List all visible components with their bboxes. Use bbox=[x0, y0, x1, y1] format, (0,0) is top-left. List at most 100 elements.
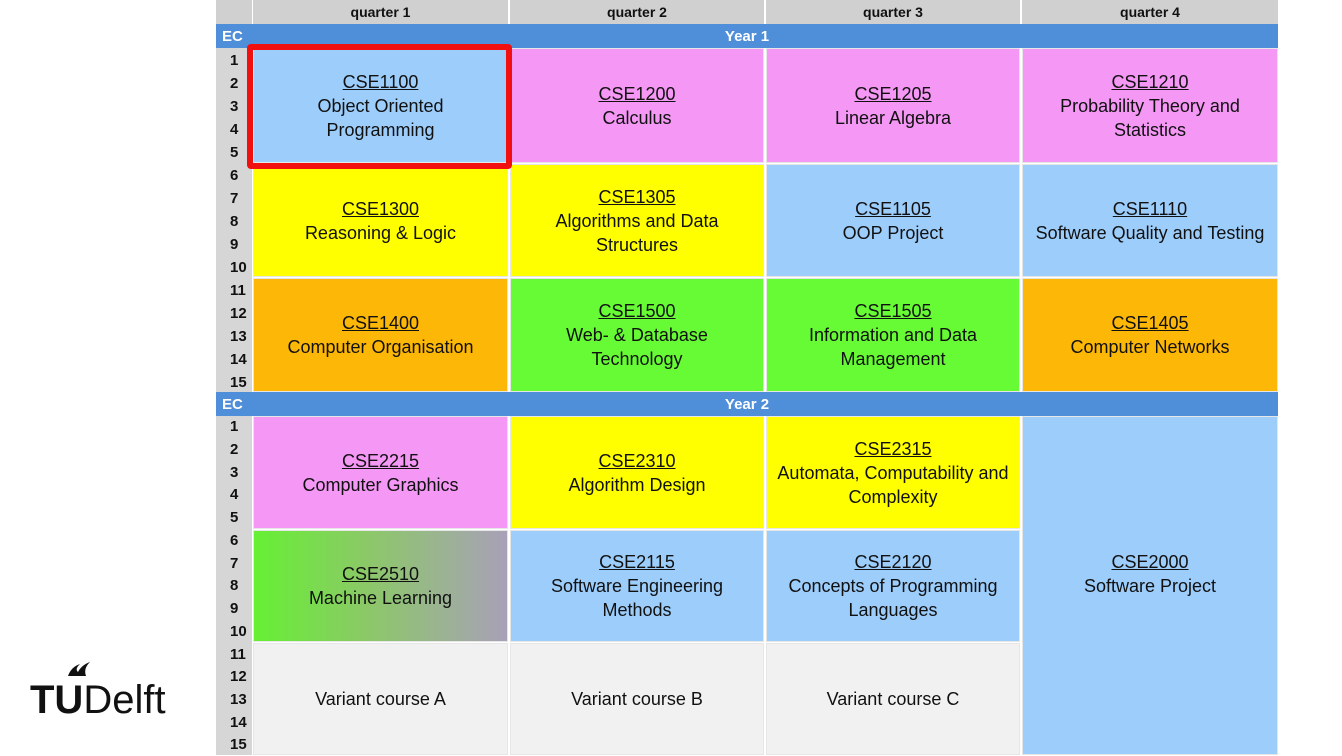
variant-course-a-cell[interactable]: Variant course A bbox=[253, 643, 508, 755]
ec-number: 5 bbox=[230, 144, 239, 161]
ec-number: 10 bbox=[230, 259, 247, 276]
ec-number: 1 bbox=[230, 52, 239, 69]
course-cell-cse2115[interactable]: CSE2115 Software Engineering Methods bbox=[510, 530, 764, 642]
course-cell-cse1105[interactable]: CSE1105 OOP Project bbox=[766, 164, 1020, 277]
ec-number: 3 bbox=[230, 98, 239, 115]
course-code-link[interactable]: CSE1110 bbox=[1113, 197, 1187, 221]
ec-number: 14 bbox=[230, 351, 247, 368]
quarter-4-header: quarter 4 bbox=[1022, 0, 1278, 24]
course-name: Object Oriented Programming bbox=[317, 95, 444, 140]
ec-number: 15 bbox=[230, 736, 247, 753]
course-cell-cse1500[interactable]: CSE1500 Web- & Database Technology bbox=[510, 278, 764, 392]
year-2-ec-column: 1 2 3 4 5 6 7 8 9 10 11 12 13 14 15 bbox=[216, 416, 252, 755]
ec-number: 14 bbox=[230, 714, 247, 731]
course-name: Algorithms and Data Structures bbox=[555, 210, 719, 255]
ec-number: 13 bbox=[230, 691, 247, 708]
course-name: Probability Theory and Statistics bbox=[1060, 95, 1240, 140]
course-name: Software Engineering Methods bbox=[550, 576, 724, 620]
ec-number: 8 bbox=[230, 213, 239, 230]
ec-number: 1 bbox=[230, 418, 239, 435]
ec-number: 13 bbox=[230, 328, 247, 345]
logo-tu: TU bbox=[30, 678, 84, 722]
course-name: Machine Learning bbox=[308, 588, 453, 608]
year-1-ec-column: 1 2 3 4 5 6 7 8 9 10 11 12 13 14 15 bbox=[216, 48, 252, 392]
course-name: Software Project bbox=[1083, 575, 1217, 596]
ec-number: 12 bbox=[230, 305, 247, 322]
variant-course-c-cell[interactable]: Variant course C bbox=[766, 643, 1020, 755]
ec-number: 15 bbox=[230, 374, 247, 391]
ec-number: 12 bbox=[230, 668, 247, 685]
quarter-3-header: quarter 3 bbox=[766, 0, 1020, 24]
course-name: Web- & Database Technology bbox=[566, 325, 708, 369]
logo-delft: Delft bbox=[83, 678, 166, 722]
course-cell-cse2120[interactable]: CSE2120 Concepts of Programming Language… bbox=[766, 530, 1020, 642]
course-code-link[interactable]: CSE2115 bbox=[599, 550, 675, 574]
course-cell-cse2310[interactable]: CSE2310 Algorithm Design bbox=[510, 416, 764, 529]
course-name: Variant course B bbox=[571, 689, 703, 709]
course-code-link[interactable]: CSE1105 bbox=[855, 197, 931, 221]
course-cell-cse1210[interactable]: CSE1210 Probability Theory and Statistic… bbox=[1022, 48, 1278, 163]
course-code-link[interactable]: CSE1400 bbox=[342, 311, 419, 335]
course-code-link[interactable]: CSE1305 bbox=[598, 185, 675, 209]
course-cell-cse1205[interactable]: CSE1205 Linear Algebra bbox=[766, 48, 1020, 163]
course-code-link[interactable]: CSE1205 bbox=[854, 82, 931, 106]
course-cell-cse1110[interactable]: CSE1110 Software Quality and Testing bbox=[1022, 164, 1278, 277]
quarter-2-header: quarter 2 bbox=[510, 0, 764, 24]
year-2-title: Year 2 bbox=[724, 396, 770, 413]
course-name: Linear Algebra bbox=[834, 107, 952, 128]
course-name: OOP Project bbox=[842, 222, 944, 243]
course-code-link[interactable]: CSE1505 bbox=[854, 299, 931, 323]
variant-course-b-cell[interactable]: Variant course B bbox=[510, 643, 764, 755]
ec-number: 2 bbox=[230, 75, 239, 92]
course-code-link[interactable]: CSE1300 bbox=[342, 197, 419, 221]
course-name: Software Quality and Testing bbox=[1035, 222, 1265, 243]
course-code-link[interactable]: CSE1100 bbox=[343, 70, 419, 94]
ec-number: 7 bbox=[230, 555, 239, 572]
course-code-link[interactable]: CSE2310 bbox=[598, 449, 675, 473]
ec-number: 6 bbox=[230, 167, 239, 184]
course-cell-cse1405[interactable]: CSE1405 Computer Networks bbox=[1022, 278, 1278, 392]
course-cell-cse1305[interactable]: CSE1305 Algorithms and Data Structures bbox=[510, 164, 764, 277]
course-code-link[interactable]: CSE1210 bbox=[1111, 70, 1188, 94]
flame-icon bbox=[68, 662, 90, 676]
course-cell-cse1200[interactable]: CSE1200 Calculus bbox=[510, 48, 764, 163]
course-name: Variant course A bbox=[315, 689, 446, 709]
course-code-link[interactable]: CSE2315 bbox=[854, 437, 931, 461]
course-name: Algorithm Design bbox=[568, 474, 706, 495]
course-code-link[interactable]: CSE2120 bbox=[854, 550, 931, 574]
course-cell-cse2510[interactable]: CSE2510 Machine Learning bbox=[253, 530, 508, 642]
ec-number: 4 bbox=[230, 121, 239, 138]
course-code-link[interactable]: CSE2000 bbox=[1111, 550, 1188, 574]
quarter-1-header: quarter 1 bbox=[253, 0, 508, 24]
course-cell-cse2315[interactable]: CSE2315 Automata, Computability and Comp… bbox=[766, 416, 1020, 529]
course-name: Computer Graphics bbox=[302, 474, 459, 495]
ec-number: 5 bbox=[230, 509, 239, 526]
year-2-band: EC Year 2 bbox=[216, 392, 1278, 416]
course-cell-cse1400[interactable]: CSE1400 Computer Organisation bbox=[253, 278, 508, 392]
course-name: Reasoning & Logic bbox=[304, 222, 457, 243]
ec-number: 4 bbox=[230, 486, 239, 503]
year-1-title: Year 1 bbox=[724, 28, 770, 45]
course-code-link[interactable]: CSE1500 bbox=[598, 299, 675, 323]
ec-number: 9 bbox=[230, 236, 239, 253]
course-code-link[interactable]: CSE1405 bbox=[1111, 311, 1188, 335]
ec-number: 3 bbox=[230, 464, 239, 481]
course-cell-cse2215[interactable]: CSE2215 Computer Graphics bbox=[253, 416, 508, 529]
course-name: Variant course C bbox=[826, 689, 960, 709]
ec-number: 6 bbox=[230, 532, 239, 549]
course-name: Information and Data Management bbox=[808, 325, 978, 369]
course-code-link[interactable]: CSE2215 bbox=[342, 449, 419, 473]
ec-number: 7 bbox=[230, 190, 239, 207]
ec-number: 8 bbox=[230, 577, 239, 594]
course-cell-cse2000[interactable]: CSE2000 Software Project bbox=[1022, 416, 1278, 755]
ec-number: 9 bbox=[230, 600, 239, 617]
course-name: Computer Networks bbox=[1070, 337, 1230, 357]
course-cell-cse1100[interactable]: CSE1100 Object Oriented Programming bbox=[253, 48, 508, 163]
course-code-link[interactable]: CSE2510 bbox=[342, 562, 419, 586]
course-cell-cse1300[interactable]: CSE1300 Reasoning & Logic bbox=[253, 164, 508, 277]
course-name: Concepts of Programming Languages bbox=[788, 576, 998, 620]
course-name: Computer Organisation bbox=[287, 337, 474, 357]
course-code-link[interactable]: CSE1200 bbox=[598, 82, 675, 106]
course-cell-cse1505[interactable]: CSE1505 Information and Data Management bbox=[766, 278, 1020, 392]
course-name: Automata, Computability and Complexity bbox=[777, 462, 1009, 507]
